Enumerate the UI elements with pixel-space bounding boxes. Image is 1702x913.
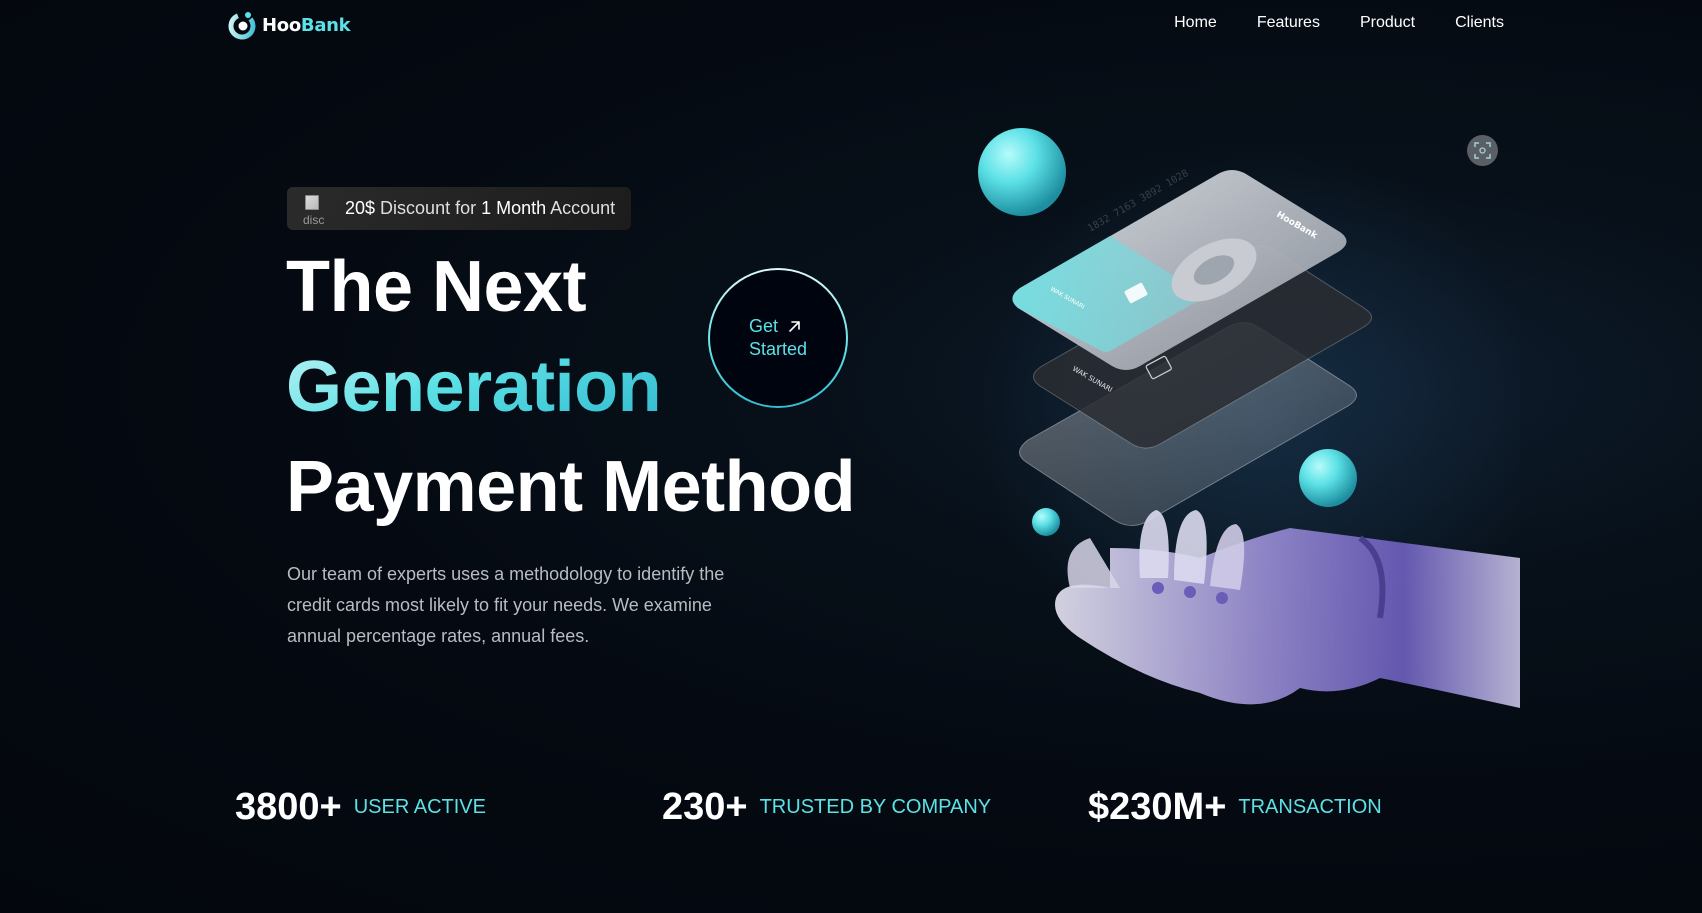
brand-name-part2: Bank bbox=[300, 14, 351, 36]
discount-months: 1 bbox=[481, 198, 492, 218]
hoobank-logo-icon bbox=[228, 12, 256, 40]
discount-text-mid: Discount for bbox=[375, 198, 482, 218]
screen-capture-button[interactable] bbox=[1467, 135, 1498, 166]
stat-trusted-by-company: 230+ Trusted by Company bbox=[662, 786, 991, 829]
stat-user-active: 3800+ User Active bbox=[235, 786, 486, 829]
headline-line-1: The Next bbox=[286, 247, 587, 327]
stat-label: User Active bbox=[353, 796, 486, 818]
robot-knuckle-1 bbox=[1152, 582, 1164, 594]
brand-logo[interactable]: HooBank bbox=[226, 9, 351, 41]
robot-hand-cards-illustration: WAK SUNARI 1832 7163 3892 1028 HooBank W… bbox=[978, 128, 1520, 708]
headline-line-2: Generation bbox=[286, 347, 662, 427]
sphere-small bbox=[1032, 508, 1060, 536]
discount-image-alt: disc bbox=[303, 212, 325, 225]
get-started-inner: Get Started bbox=[710, 270, 846, 406]
discount-month-word: Month bbox=[491, 198, 547, 218]
get-started-line-1: Get bbox=[748, 316, 778, 336]
discount-badge: disc 20$ Discount for 1 Month Account bbox=[287, 187, 632, 230]
discount-text-end: Account bbox=[546, 198, 616, 218]
screen-capture-icon bbox=[1474, 142, 1491, 159]
robot-hand bbox=[1055, 528, 1520, 708]
sphere-large bbox=[978, 128, 1066, 216]
discount-text: 20$ Discount for 1 Month Account bbox=[345, 198, 615, 219]
stat-value: $230M+ bbox=[1088, 786, 1227, 828]
get-started-label: Get Started bbox=[749, 315, 807, 361]
robot-knuckle-3 bbox=[1216, 592, 1228, 604]
get-started-line-2: Started bbox=[748, 339, 808, 359]
get-started-button[interactable]: Get Started bbox=[708, 268, 848, 408]
arrow-up-right-icon bbox=[789, 321, 800, 332]
sphere-medium bbox=[1299, 449, 1357, 507]
nav-clients[interactable]: Clients bbox=[1455, 14, 1504, 32]
nav-features[interactable]: Features bbox=[1257, 14, 1320, 32]
robot-knuckle-2 bbox=[1184, 586, 1196, 598]
stat-value: 230+ bbox=[662, 786, 748, 828]
navbar: HooBank Home Features Product Clients bbox=[0, 0, 1702, 56]
stat-value: 3800+ bbox=[235, 786, 342, 828]
brand-name-part1: Hoo bbox=[262, 14, 301, 36]
discount-amount: 20$ bbox=[345, 198, 376, 218]
headline-line-3: Payment Method bbox=[286, 447, 856, 527]
nav-home[interactable]: Home bbox=[1174, 14, 1217, 32]
nav-product[interactable]: Product bbox=[1360, 14, 1415, 32]
stat-transaction: $230M+ Transaction bbox=[1088, 786, 1382, 829]
get-started-row: Get bbox=[749, 315, 807, 338]
stat-label: Trusted by Company bbox=[759, 796, 992, 818]
hero-description: Our team of experts uses a methodology t… bbox=[287, 564, 725, 646]
stat-label: Transaction bbox=[1238, 796, 1382, 818]
stats-row: 3800+ User Active 230+ Trusted by Compan… bbox=[0, 786, 1702, 836]
brand-name: HooBank bbox=[262, 14, 351, 36]
broken-image-icon bbox=[305, 194, 319, 210]
discount-image-broken: disc bbox=[303, 193, 335, 225]
nav-links: Home Features Product Clients bbox=[1174, 14, 1504, 32]
